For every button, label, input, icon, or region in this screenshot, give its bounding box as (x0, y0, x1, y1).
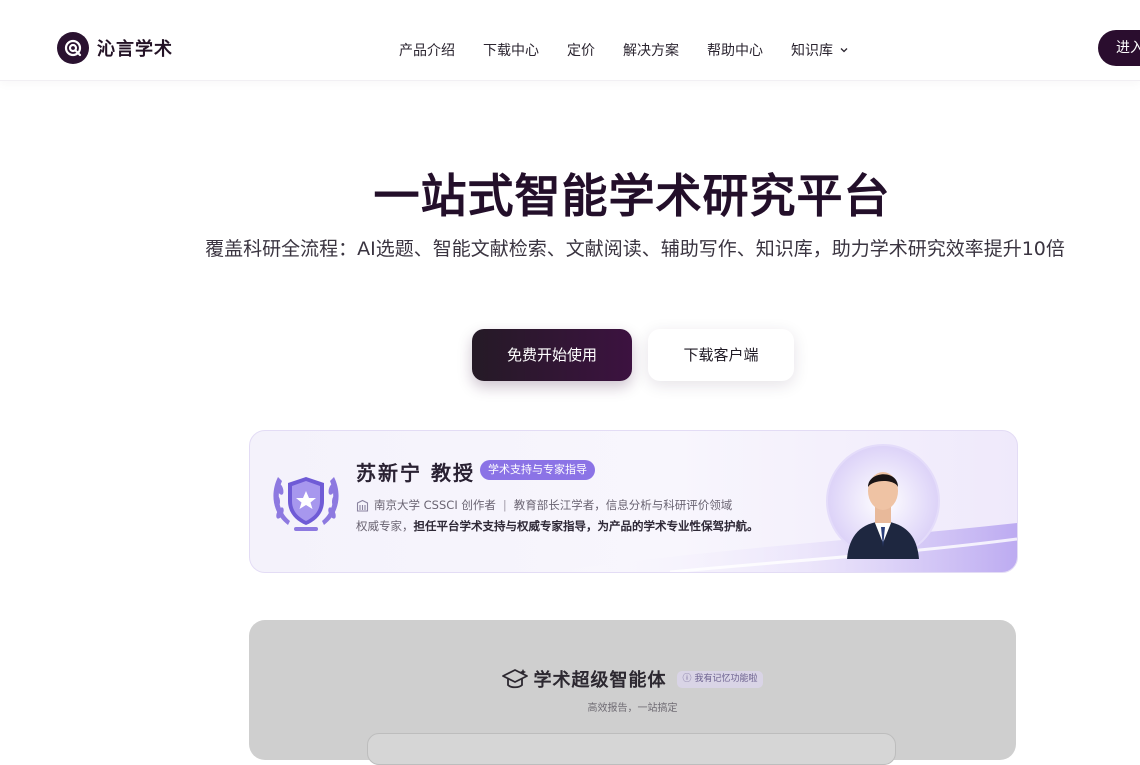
brand-logo[interactable]: 沁言学术 (57, 32, 173, 64)
nav-item-products[interactable]: 产品介绍 (399, 40, 455, 60)
main-nav: 产品介绍 下载中心 定价 解决方案 帮助中心 知识库 (399, 40, 877, 60)
agent-query-input[interactable] (367, 733, 896, 765)
expert-title-line: 教育部长江学者，信息分析与科研评价领域 (513, 498, 733, 512)
expert-tag-badge: 学术支持与专家指导 (480, 460, 595, 480)
agent-panel: 学术超级智能体 ⓘ 我有记忆功能啦 高效报告，一站搞定 (249, 620, 1016, 765)
building-icon (356, 499, 369, 512)
nav-item-download[interactable]: 下载中心 (483, 40, 539, 60)
start-free-button[interactable]: 免费开始使用 (472, 329, 632, 381)
expert-desc-strong: 担任平台学术支持与权威专家指导，为产品的学术专业性保驾护航。 (413, 519, 759, 533)
hero-title: 一站式智能学术研究平台 (373, 169, 891, 223)
expert-description: 权威专家，担任平台学术支持与权威专家指导，为产品的学术专业性保驾护航。 (356, 518, 759, 534)
memory-feature-pill: ⓘ 我有记忆功能啦 (676, 670, 764, 688)
expert-desc-prefix: 权威专家， (356, 519, 414, 533)
expert-name: 苏新宁 教授 (356, 461, 475, 485)
expert-affiliation-line: 南京大学 CSSCI 创作者 | 教育部长江学者，信息分析与科研评价领域 (356, 497, 732, 513)
enter-app-button[interactable]: 进入 (1098, 30, 1140, 66)
expert-card: 苏新宁 教授 学术支持与专家指导 南京大学 CSSCI 创作者 | 教育部长江学… (249, 430, 1018, 573)
chevron-down-icon (840, 48, 848, 53)
agent-subtitle: 高效报告，一站搞定 (587, 703, 678, 714)
agent-title: 学术超级智能体 (533, 670, 667, 691)
memory-feature-label: 我有记忆功能啦 (694, 673, 758, 684)
expert-affiliation: 南京大学 CSSCI 创作者 (374, 498, 496, 512)
shield-star-badge-icon (273, 477, 339, 531)
download-client-button[interactable]: 下载客户端 (648, 329, 794, 381)
nav-item-pricing[interactable]: 定价 (567, 40, 595, 60)
nav-item-knowledge-base[interactable]: 知识库 (791, 40, 849, 60)
hero-subtitle: 覆盖科研全流程：AI选题、智能文献检索、文献阅读、辅助写作、知识库，助力学术研究… (205, 238, 1065, 260)
nav-item-solutions[interactable]: 解决方案 (623, 40, 679, 60)
nav-item-knowledge-base-label: 知识库 (791, 43, 833, 59)
nav-item-help[interactable]: 帮助中心 (707, 40, 763, 60)
info-icon: ⓘ (682, 673, 692, 684)
top-navbar: 沁言学术 产品介绍 下载中心 定价 解决方案 帮助中心 知识库 进入 (0, 0, 1140, 81)
expert-portrait (826, 444, 940, 559)
agent-title-row: 学术超级智能体 ⓘ 我有记忆功能啦 (249, 666, 1016, 692)
graduation-cap-icon (501, 669, 528, 689)
expert-separator: | (502, 498, 507, 512)
at-sign-logo-icon (57, 32, 89, 64)
brand-name: 沁言学术 (97, 39, 173, 60)
